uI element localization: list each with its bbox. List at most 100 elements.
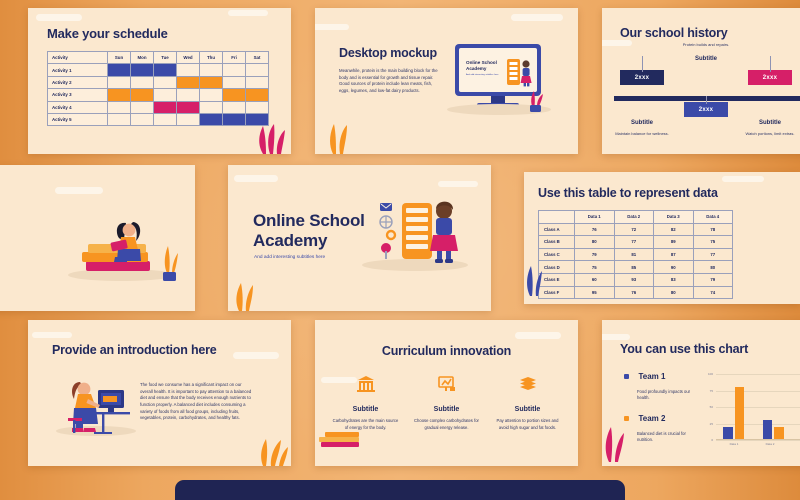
cloud-shape — [438, 181, 478, 187]
data-cell: 79 — [574, 247, 615, 262]
slide-presentation-intro[interactable]: your ion here interesting subtitles here — [0, 165, 195, 311]
schedule-table: Activity Sun Mon Tue Wed Thu Fri Sat Act… — [47, 50, 269, 127]
schedule-cell-empty[interactable] — [107, 100, 131, 114]
feature-column: Subtitle Pay attention to portion sizes a… — [487, 376, 568, 431]
column-header: Data 4 — [692, 210, 733, 224]
schedule-cell-pink[interactable] — [176, 100, 200, 114]
feature-column: Subtitle Carbohydrates are the main sourc… — [325, 376, 406, 431]
timeline-stem — [642, 56, 643, 72]
schedule-cell-empty[interactable] — [130, 112, 154, 127]
slide-curriculum-innovation[interactable]: Curriculum innovation Subtitle Carbohydra… — [315, 320, 578, 466]
slide-data-table[interactable]: Use this table to represent data Data 1 … — [524, 172, 800, 304]
timeline-chip[interactable]: 2xxx — [684, 102, 728, 117]
data-cell: 75 — [574, 260, 615, 274]
presentation-board-icon — [437, 376, 456, 397]
orange-plant-decoration — [163, 246, 178, 281]
schedule-cell-empty[interactable] — [222, 63, 246, 77]
timeline-axis — [614, 96, 800, 101]
row-header: Class B — [538, 235, 575, 249]
chart-bar-group — [716, 374, 756, 440]
schedule-cell-empty[interactable] — [176, 112, 200, 127]
page-title-line1: Online School — [253, 211, 365, 230]
table-row: Class F 95 76 80 74 — [538, 285, 733, 300]
schedule-cell-empty[interactable] — [245, 100, 269, 114]
schedule-cell-empty[interactable] — [130, 75, 154, 90]
slide-make-your-schedule[interactable]: Make your schedule Activity Sun Mon Tue … — [28, 8, 291, 154]
legend-swatch-team2 — [624, 416, 629, 422]
slide-desktop-mockup[interactable]: Desktop mockup Meanwhile, protein is the… — [315, 8, 578, 154]
schedule-cell-empty[interactable] — [176, 63, 200, 77]
cloud-shape — [722, 176, 764, 182]
table-row: Activity 2 — [47, 75, 269, 90]
schedule-cell-orange[interactable] — [107, 88, 131, 102]
slide-title-online-school-academy[interactable]: Online School Academy And add interestin… — [228, 165, 491, 311]
schedule-cell-empty[interactable] — [245, 63, 269, 77]
schedule-cell-empty[interactable] — [222, 75, 246, 90]
schedule-cell-empty[interactable] — [199, 100, 223, 114]
orange-leaf-decoration — [261, 439, 288, 466]
feature-title: Subtitle — [514, 406, 541, 413]
data-cell: 76 — [574, 222, 615, 237]
schedule-cell-orange[interactable] — [176, 75, 200, 90]
row-header: Activity 3 — [47, 88, 108, 102]
column-header: Activity — [47, 50, 108, 65]
schedule-cell-blue[interactable] — [199, 112, 223, 127]
schedule-cell-blue[interactable] — [130, 63, 154, 77]
data-cell: 81 — [613, 247, 654, 262]
data-cell: 93 — [613, 272, 654, 287]
legend-item-team1[interactable]: Team 1 Food profoundly impacts our healt… — [624, 368, 695, 402]
slide-school-history[interactable]: Our school history 2xxx Subtitle Maintain … — [602, 8, 800, 154]
timeline-chip[interactable]: 2xxx — [748, 70, 792, 85]
schedule-cell-empty[interactable] — [153, 75, 177, 90]
x-axis-tick-label: Data 1 — [729, 442, 739, 446]
page-title-line2: Academy — [253, 231, 328, 250]
slide-provide-an-introduction[interactable]: Provide an introduction here The food we… — [28, 320, 291, 466]
schedule-cell-empty[interactable] — [222, 100, 246, 114]
schedule-cell-empty[interactable] — [153, 88, 177, 102]
cloud-shape — [228, 10, 268, 16]
schedule-cell-orange[interactable] — [130, 88, 154, 102]
schedule-cell-empty[interactable] — [176, 88, 200, 102]
schedule-cell-empty[interactable] — [107, 75, 131, 90]
schedule-cell-empty[interactable] — [130, 100, 154, 114]
slide-you-can-use-this-chart[interactable]: You can use this chart Team 1 Food profo… — [602, 320, 800, 466]
orange-leaf-decoration — [330, 124, 347, 154]
schedule-cell-empty[interactable] — [153, 112, 177, 127]
chart-bar-team-1 — [762, 420, 773, 440]
timeline-subtitle: Subtitle — [631, 120, 653, 126]
y-axis-tick-label: 25 — [709, 421, 713, 426]
cloud-shape — [602, 40, 632, 46]
column-header: Sun — [107, 50, 131, 65]
y-axis-tick-label: 0 — [711, 438, 713, 442]
legend-item-team2[interactable]: Team 2 Balanced diet is crucial for nutr… — [624, 410, 695, 444]
screen-illustration-icon — [507, 59, 532, 87]
timeline-description: Maintain balance for wellness. — [615, 131, 669, 136]
schedule-cell-empty[interactable] — [107, 112, 131, 127]
schedule-cell-blue[interactable] — [107, 63, 131, 77]
schedule-cell-orange[interactable] — [222, 88, 246, 102]
schedule-cell-blue[interactable] — [153, 63, 177, 77]
schedule-cell-blue[interactable] — [222, 112, 246, 127]
data-cell: 74 — [692, 285, 733, 300]
chart-bar-group — [795, 374, 800, 440]
table-row: Class C 79 81 87 77 — [538, 247, 733, 262]
data-cell: 80 — [574, 235, 615, 249]
schedule-cell-empty[interactable] — [199, 88, 223, 102]
chart-bar-team-2 — [734, 387, 745, 440]
row-header: Activity 1 — [47, 63, 108, 77]
data-cell: 80 — [653, 285, 694, 300]
schedule-cell-orange[interactable] — [199, 75, 223, 90]
page-title: Make your schedule — [47, 26, 168, 41]
schedule-cell-empty[interactable] — [245, 75, 269, 90]
data-cell: 77 — [613, 235, 654, 249]
schedule-cell-empty[interactable] — [199, 63, 223, 77]
column-header: Tue — [153, 50, 177, 65]
schedule-cell-pink[interactable] — [153, 100, 177, 114]
chart-baseline — [716, 439, 800, 440]
timeline-chip[interactable]: 2xxx — [620, 70, 664, 85]
data-cell: 87 — [653, 247, 694, 262]
cloud-shape — [511, 14, 563, 21]
data-cell: 89 — [653, 235, 694, 249]
schedule-cell-orange[interactable] — [245, 88, 269, 102]
data-cell: 78 — [692, 222, 733, 237]
